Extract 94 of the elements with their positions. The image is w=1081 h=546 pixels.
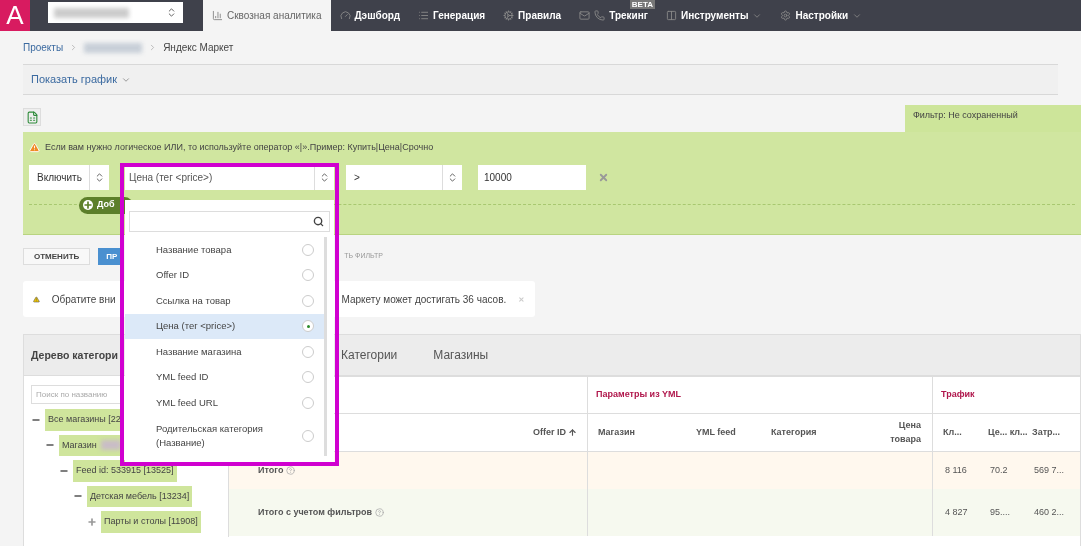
- column-header[interactable]: Offer ID: [533, 425, 566, 440]
- spreadsheet-icon: [25, 110, 39, 124]
- mode-select[interactable]: Включить: [29, 164, 109, 190]
- option-label: YML feed URL: [156, 395, 219, 410]
- logo[interactable]: A: [0, 0, 30, 31]
- nav-tab[interactable]: Дэшборд: [330, 0, 409, 31]
- help-icon[interactable]: [375, 508, 385, 517]
- nav-icon: [594, 10, 606, 21]
- row-label: Итого с учетом фильтров: [258, 505, 373, 519]
- option-label: Offer ID: [156, 268, 191, 283]
- tree-item[interactable]: Парты и столы [11908]: [101, 511, 201, 533]
- dropdown-option[interactable]: Название магазина: [125, 339, 324, 365]
- column-group-header: Параметры из YML: [588, 377, 933, 413]
- radio-icon: [302, 269, 314, 282]
- search-icon: [313, 216, 324, 227]
- column-header[interactable]: Кл...: [943, 425, 988, 440]
- radio-icon: [302, 294, 314, 307]
- radio-icon: [302, 345, 314, 358]
- option-label: Название магазина: [156, 344, 243, 359]
- notice-text: Обратите вни: [51, 292, 116, 307]
- project-select[interactable]: [48, 2, 183, 23]
- table-cell-text: 4 827: [945, 505, 969, 519]
- envelope-icon: [579, 10, 591, 21]
- table-cell-text: 70.2: [990, 463, 1009, 477]
- blurred-text: [84, 42, 143, 53]
- updown-icon: [447, 171, 458, 183]
- expand-icon[interactable]: [87, 516, 97, 527]
- nav-tab[interactable]: Инструменты: [656, 0, 772, 31]
- notice-text: Маркету может достигать 36 часов.: [341, 292, 507, 307]
- option-label: Родительская категория (Название): [156, 421, 264, 450]
- column-header[interactable]: YML feed: [696, 425, 771, 440]
- radio-icon: [302, 320, 314, 333]
- option-label: Цена (тег <price>): [156, 319, 237, 334]
- dropdown-option[interactable]: YML feed ID: [125, 364, 324, 390]
- table-cell-text: 95....: [990, 505, 1011, 519]
- column-header[interactable]: Категория: [771, 425, 871, 440]
- column-header[interactable]: Магазин: [598, 425, 696, 440]
- sort-icon[interactable]: [568, 428, 577, 437]
- excel-export-button[interactable]: [23, 108, 41, 126]
- breadcrumb-link[interactable]: Проекты: [23, 40, 64, 55]
- dropdown-option[interactable]: Родительская категория (Название): [125, 415, 324, 456]
- cancel-button[interactable]: ОТМЕНИТЬ: [23, 248, 91, 265]
- table-cell-text: 460 2...: [1034, 505, 1065, 519]
- radio-icon: [302, 429, 314, 442]
- table-cell-text: 8 116: [945, 463, 968, 477]
- dropdown-option[interactable]: YML feed URL: [125, 390, 324, 416]
- nav-icon: [418, 10, 429, 21]
- radio-icon: [302, 243, 314, 256]
- plus-icon: [83, 200, 93, 210]
- nav-icon: [212, 10, 223, 21]
- dropdown-search-field[interactable]: [129, 211, 330, 232]
- breadcrumb-current: Яндекс Маркет: [163, 41, 234, 55]
- warning-icon: [33, 293, 40, 305]
- row-label: Итого: [258, 463, 284, 477]
- option-label: Ссылка на товар: [156, 293, 232, 308]
- dropdown-option[interactable]: Цена (тег <price>): [125, 313, 324, 339]
- nav-tab[interactable]: Генерация: [409, 0, 495, 31]
- radio-icon: [302, 371, 314, 384]
- filter-hint: Если вам нужно логическое ИЛИ, то используйте оператор «|».Пример: Купить|Цена|Срочно: [45, 141, 434, 154]
- column-header[interactable]: Цена товара: [871, 419, 921, 446]
- beta-badge: BETA: [629, 0, 655, 9]
- operator-select[interactable]: >: [346, 164, 462, 190]
- updown-icon: [166, 7, 177, 18]
- tree-item[interactable]: Детская мебель [13234]: [87, 485, 193, 507]
- column-header[interactable]: Затр...: [1032, 425, 1061, 440]
- nav-icon: [339, 10, 351, 21]
- nav-tab[interactable]: Правила: [494, 0, 571, 31]
- nav-icon: [665, 10, 677, 21]
- column-header[interactable]: Це... кл...: [988, 427, 1032, 438]
- dropdown-option[interactable]: Название товара: [125, 237, 324, 263]
- nav-tab[interactable]: BETA Трекинг: [570, 0, 657, 31]
- option-label: Название товара: [156, 242, 233, 257]
- nav-tab[interactable]: Сквозная аналитика: [203, 0, 331, 31]
- panel-tab[interactable]: Магазины: [433, 346, 489, 364]
- tree-search-field[interactable]: Поиск по названию: [31, 385, 121, 404]
- nav-tab[interactable]: Настройки: [771, 0, 872, 31]
- warning-icon: [29, 142, 40, 154]
- nav-icon: [503, 10, 515, 21]
- panel-title: Дерево категори: [31, 348, 118, 361]
- updown-icon: [319, 171, 330, 183]
- option-label: YML feed ID: [156, 370, 210, 385]
- dropdown-option[interactable]: Ссылка на товар: [125, 288, 324, 314]
- dropdown-option[interactable]: Offer ID: [125, 262, 324, 288]
- column-group-header: Трафик: [940, 388, 976, 402]
- table-cell-text: 569 7...: [1034, 463, 1065, 477]
- panel-tab[interactable]: Категории: [341, 346, 398, 364]
- filter-tab[interactable]: Фильтр: Не сохраненный: [905, 105, 1081, 132]
- chart-toggle-bar[interactable]: Показать график: [23, 64, 1058, 95]
- help-icon[interactable]: [286, 466, 296, 475]
- nav-icon: [780, 10, 792, 21]
- updown-icon: [94, 171, 105, 183]
- value-field[interactable]: 10000: [478, 164, 586, 190]
- radio-icon: [302, 396, 314, 409]
- remove-icon[interactable]: [598, 171, 609, 183]
